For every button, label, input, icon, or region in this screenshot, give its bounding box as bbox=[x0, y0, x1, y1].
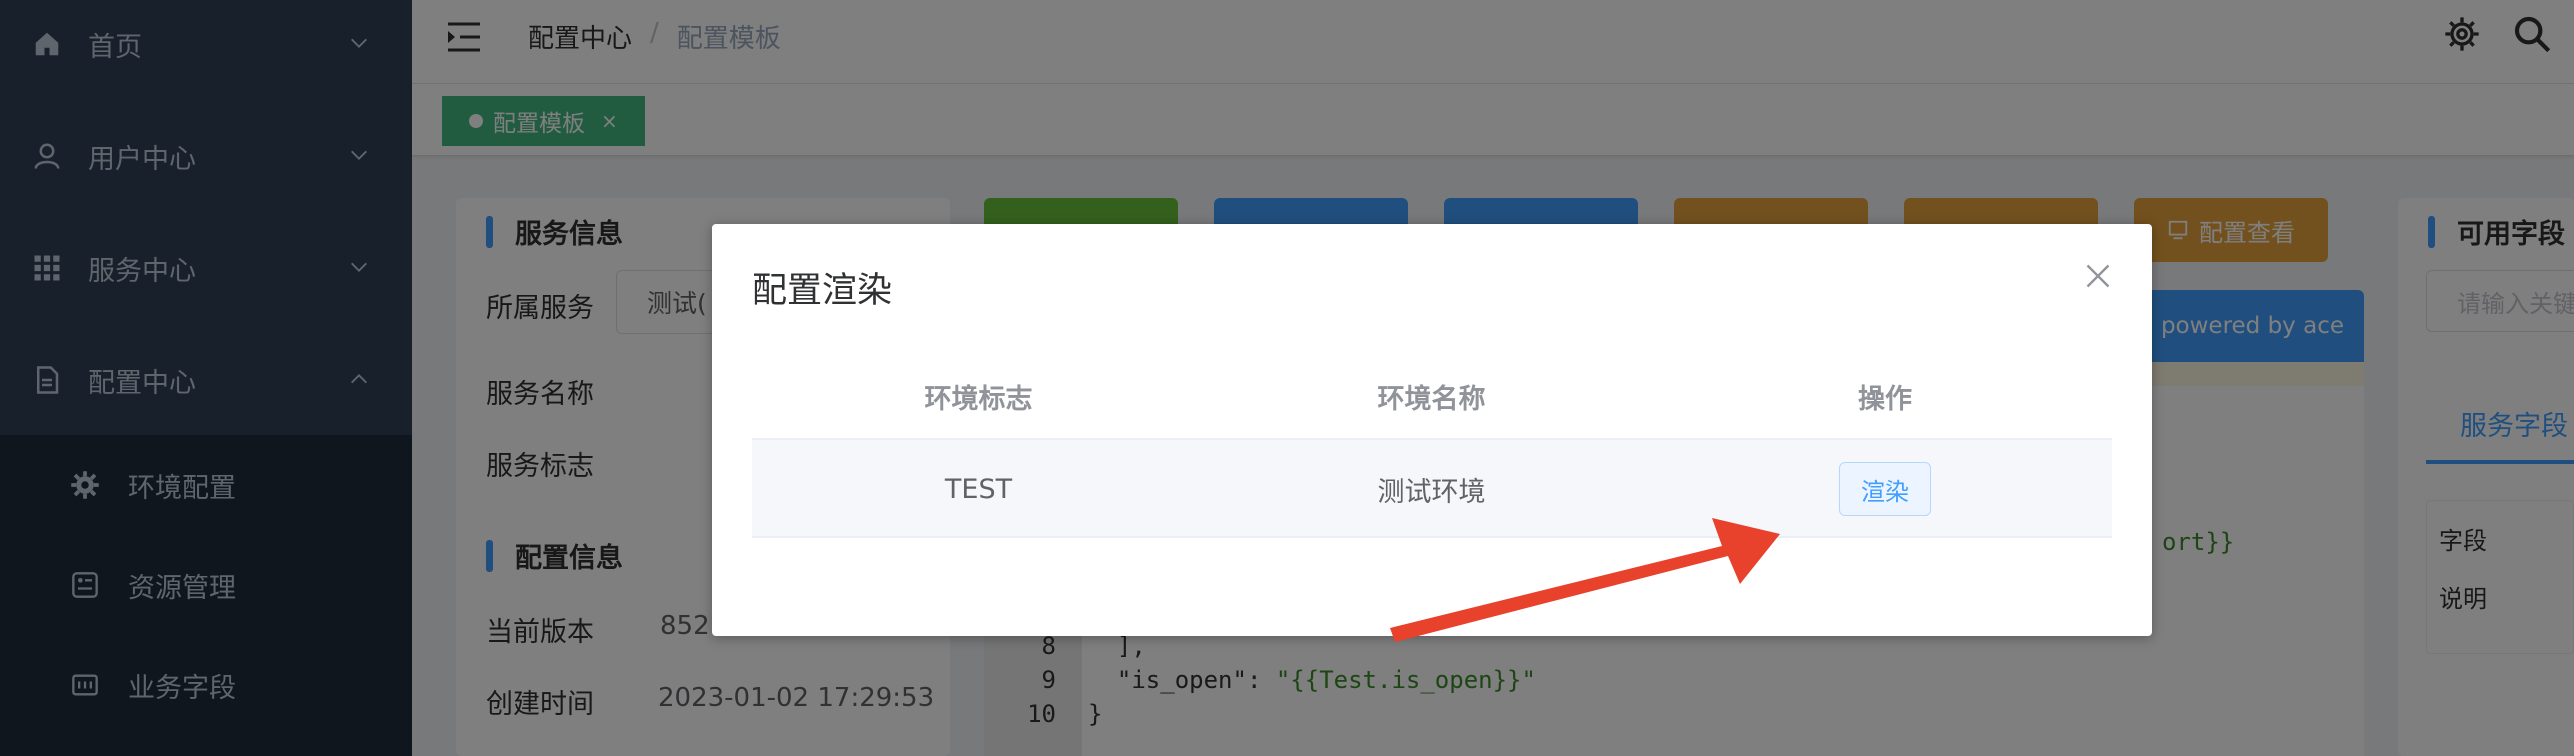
env-name-cell: 测试环境 bbox=[1377, 476, 1486, 508]
dialog-title: 配置渲染 bbox=[752, 271, 893, 311]
render-config-dialog: 配置渲染 环境标志 环境名称 操作 TEST 测试环境 渲染 bbox=[712, 224, 2152, 636]
render-button[interactable]: 渲染 bbox=[1839, 462, 1931, 516]
action-cell: 渲染 bbox=[1658, 440, 2112, 538]
table-row: TEST 测试环境 渲染 bbox=[752, 440, 2112, 538]
column-header-env-name: 环境名称 bbox=[1377, 383, 1486, 415]
column-header-env-key: 环境标志 bbox=[924, 383, 1033, 415]
env-key-cell: TEST bbox=[944, 473, 1013, 505]
close-icon[interactable] bbox=[2084, 262, 2112, 290]
column-header-action: 操作 bbox=[1858, 383, 1912, 415]
